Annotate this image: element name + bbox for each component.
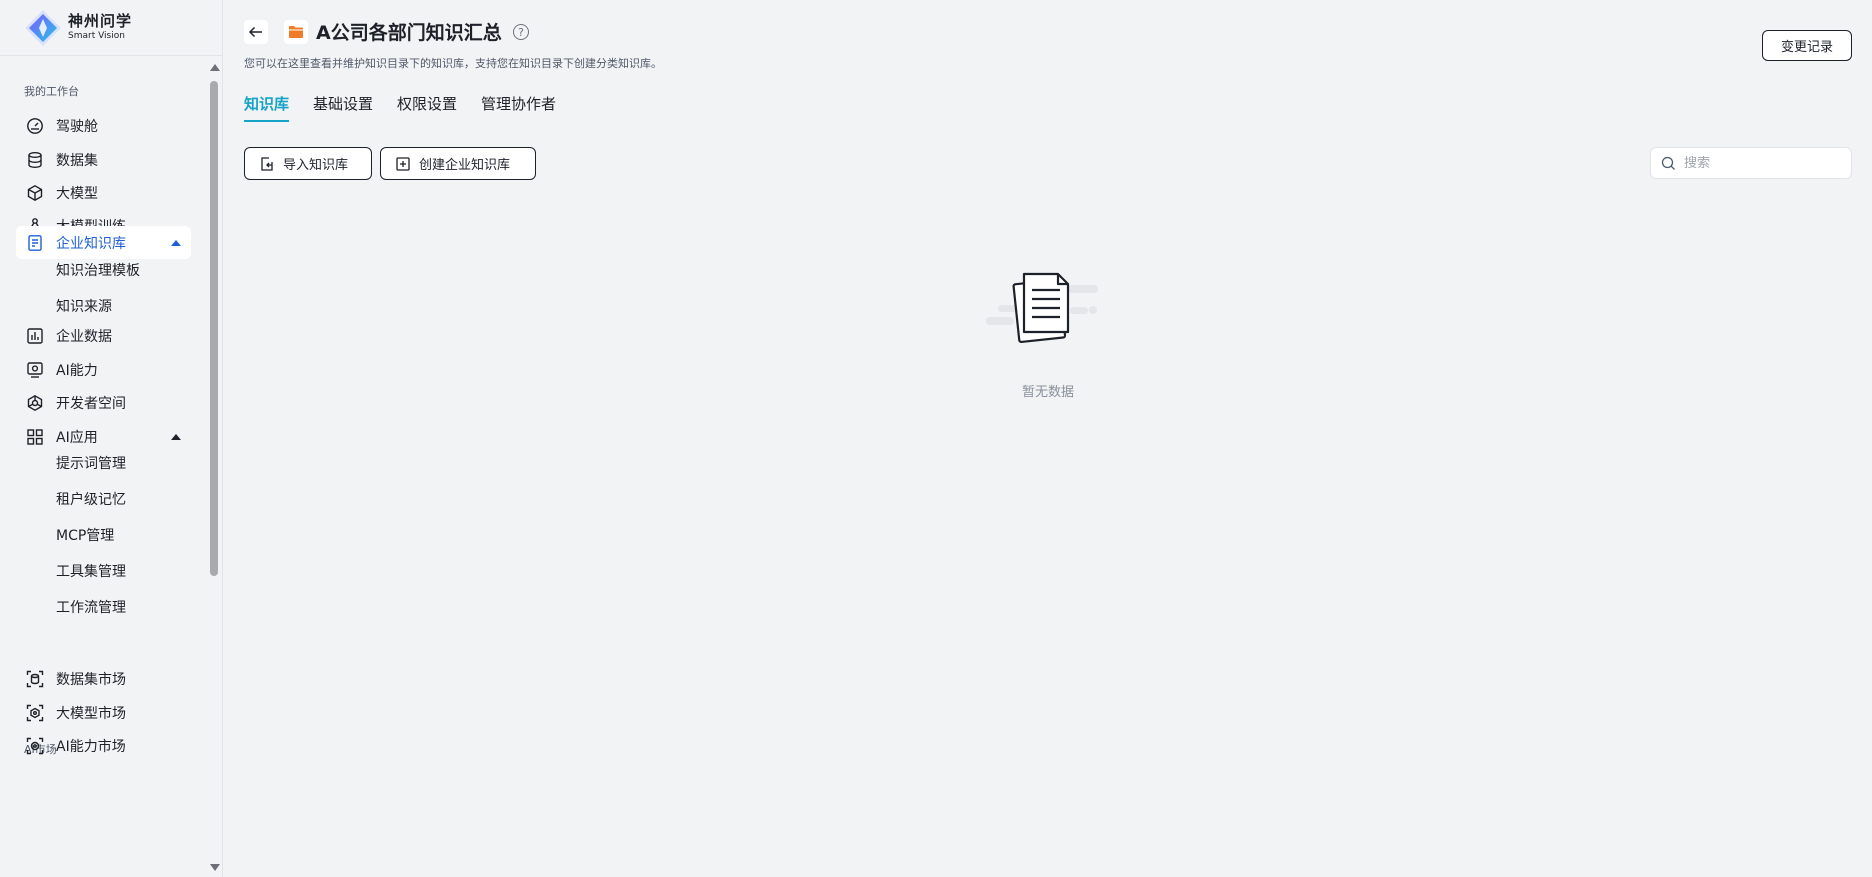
sidebar-item-label: 企业数据 bbox=[56, 328, 112, 345]
tab-knowledge-base[interactable]: 知识库 bbox=[244, 93, 290, 122]
scroll-up-arrow-icon[interactable] bbox=[210, 64, 220, 71]
sidebar-nav: 我的工作台 驾驶舱 数据集 大模型 大模型训练 bbox=[0, 57, 222, 877]
sidebar-item-label: AI能力 bbox=[56, 362, 98, 379]
database-icon bbox=[26, 151, 44, 169]
chevron-up-icon[interactable] bbox=[171, 240, 181, 246]
tab-basic-settings[interactable]: 基础设置 bbox=[313, 93, 373, 122]
dashboard-icon bbox=[26, 117, 44, 135]
scroll-down-arrow-icon[interactable] bbox=[210, 864, 220, 871]
sidebar-subitem-workflow[interactable]: 工作流管理 bbox=[56, 595, 126, 619]
main-content: A公司各部门知识汇总 ? 您可以在这里查看并维护知识目录下的知识库，支持您在知识… bbox=[224, 0, 1872, 877]
import-knowledge-base-button[interactable]: 导入知识库 bbox=[244, 147, 372, 180]
bar-chart-icon bbox=[26, 327, 44, 345]
page-subtitle: 您可以在这里查看并维护知识目录下的知识库，支持您在知识目录下创建分类知识库。 bbox=[244, 57, 662, 70]
chevron-up-icon[interactable] bbox=[171, 434, 181, 440]
sidebar-subitem-tenant-memory[interactable]: 租户级记忆 bbox=[56, 487, 126, 511]
sidebar-subitem-prompt[interactable]: 提示词管理 bbox=[56, 451, 126, 475]
sidebar-item-cockpit[interactable]: 驾驶舱 bbox=[16, 109, 191, 142]
developer-icon bbox=[26, 394, 44, 412]
sidebar-subitem-knowledge-source[interactable]: 知识来源 bbox=[56, 294, 112, 318]
section-title-workspace: 我的工作台 bbox=[24, 85, 79, 98]
sidebar-item-model-market[interactable]: 大模型市场 bbox=[16, 696, 191, 729]
empty-state-text: 暂无数据 bbox=[1021, 385, 1074, 400]
search-icon bbox=[1661, 156, 1675, 170]
create-button-label: 创建企业知识库 bbox=[419, 158, 511, 173]
sidebar-subitem-knowledge-template[interactable]: 知识治理模板 bbox=[56, 258, 140, 282]
knowledge-base-icon bbox=[26, 234, 44, 252]
page-title: A公司各部门知识汇总 bbox=[316, 22, 502, 44]
tab-permission-settings[interactable]: 权限设置 bbox=[397, 93, 457, 122]
sidebar-item-ai-apps[interactable]: AI应用 bbox=[16, 420, 191, 453]
sidebar: 神州问学 Smart Vision 我的工作台 驾驶舱 数据集 大模型 企业知识… bbox=[0, 0, 223, 877]
sidebar-item-label: 大模型 bbox=[56, 185, 98, 202]
sidebar-item-label: 企业知识库 bbox=[56, 235, 126, 252]
sidebar-item-llm[interactable]: 大模型 bbox=[16, 176, 191, 209]
sidebar-item-ai-market[interactable]: AI能力市场 bbox=[16, 729, 191, 762]
sidebar-item-dataset-market[interactable]: 数据集市场 bbox=[16, 662, 191, 695]
brand-logo-icon bbox=[25, 9, 61, 46]
sidebar-item-label: 大模型市场 bbox=[56, 705, 126, 722]
help-icon[interactable]: ? bbox=[513, 24, 529, 40]
sidebar-subitem-mcp[interactable]: MCP管理 bbox=[56, 523, 114, 547]
brand-logo[interactable]: 神州问学 Smart Vision bbox=[0, 0, 222, 56]
ai-ability-icon bbox=[26, 361, 44, 379]
sidebar-item-enterprise-kb[interactable]: 企业知识库 bbox=[16, 226, 191, 259]
tab-bar: 知识库 基础设置 权限设置 管理协作者 bbox=[244, 93, 580, 122]
search-input[interactable] bbox=[1684, 155, 1844, 171]
sidebar-item-label: 驾驶舱 bbox=[56, 118, 98, 135]
sidebar-item-developer-space[interactable]: 开发者空间 bbox=[16, 386, 191, 419]
sidebar-item-enterprise-data[interactable]: 企业数据 bbox=[16, 319, 191, 352]
arrow-left-icon bbox=[248, 26, 262, 38]
model-market-icon bbox=[26, 704, 44, 722]
tab-manage-collaborators[interactable]: 管理协作者 bbox=[481, 93, 556, 122]
cube-icon bbox=[26, 184, 44, 202]
search-box[interactable] bbox=[1650, 147, 1852, 179]
sidebar-item-label: 开发者空间 bbox=[56, 395, 126, 412]
import-button-label: 导入知识库 bbox=[283, 158, 349, 173]
sidebar-item-label: 数据集 bbox=[56, 152, 98, 169]
sidebar-item-dataset[interactable]: 数据集 bbox=[16, 143, 191, 176]
plus-square-icon bbox=[395, 156, 411, 172]
sidebar-item-label: 数据集市场 bbox=[56, 671, 126, 688]
sidebar-item-label: AI应用 bbox=[56, 429, 98, 446]
folder-icon bbox=[284, 20, 308, 44]
change-history-button[interactable]: 变更记录 bbox=[1762, 30, 1852, 61]
create-knowledge-base-button[interactable]: 创建企业知识库 bbox=[380, 147, 536, 180]
apps-grid-icon bbox=[26, 428, 44, 446]
dataset-market-icon bbox=[26, 670, 44, 688]
sidebar-item-ai-ability[interactable]: AI能力 bbox=[16, 353, 191, 386]
sidebar-item-label: AI能力市场 bbox=[56, 738, 126, 755]
brand-subname: Smart Vision bbox=[68, 31, 125, 41]
back-button[interactable] bbox=[244, 20, 268, 44]
sidebar-subitem-toolset[interactable]: 工具集管理 bbox=[56, 559, 126, 583]
sidebar-scrollbar[interactable] bbox=[208, 59, 220, 871]
scroll-thumb[interactable] bbox=[210, 81, 218, 576]
import-icon bbox=[259, 156, 275, 172]
empty-document-icon bbox=[986, 272, 1098, 344]
ai-market-icon bbox=[26, 737, 44, 755]
brand-name: 神州问学 bbox=[68, 12, 133, 30]
